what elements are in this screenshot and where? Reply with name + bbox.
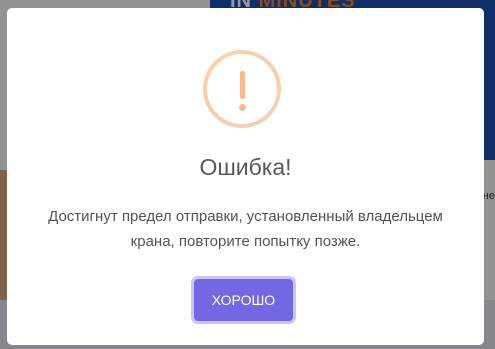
- dialog-message: Достигнут предел отправки, установленный…: [48, 208, 443, 250]
- page: IN MINUTES не Ошибка! Достигнут предел о…: [0, 0, 495, 349]
- exclamation-warning-icon: [203, 50, 281, 128]
- dialog-title: Ошибка!: [199, 154, 292, 180]
- ok-button[interactable]: ХОРОШО: [194, 279, 293, 321]
- exclamation-bar: [240, 71, 245, 99]
- error-dialog: Ошибка! Достигнут предел отправки, устан…: [7, 8, 484, 345]
- exclamation-dot: [239, 104, 246, 111]
